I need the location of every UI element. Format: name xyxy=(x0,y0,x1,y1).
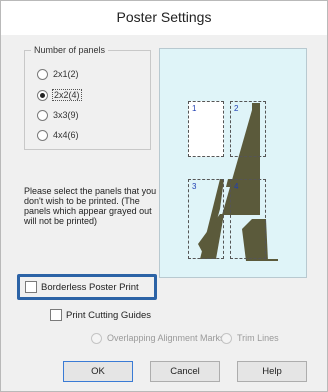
borderless-poster-print-label: Borderless Poster Print xyxy=(41,281,139,293)
poster-panel-1[interactable]: 1 xyxy=(188,101,224,157)
poster-panel-3[interactable]: 3 xyxy=(188,179,224,259)
number-of-panels-group: Number of panels 2x1(2) 2x2(4) 3x3(9) 4x… xyxy=(24,45,151,150)
poster-preview: 1 2 3 4 xyxy=(159,48,307,278)
radio-2x2-button[interactable] xyxy=(37,89,48,101)
number-of-panels-legend: Number of panels xyxy=(31,45,109,55)
radio-2x1-label: 2x1(2) xyxy=(53,69,79,79)
title-bar: Poster Settings xyxy=(1,1,327,35)
help-button[interactable]: Help xyxy=(237,361,307,382)
radio-2x2[interactable]: 2x2(4) xyxy=(37,88,82,102)
panel-3-number: 3 xyxy=(192,182,197,191)
trim-lines-label: Trim Lines xyxy=(237,333,279,343)
overlapping-alignment-marks-radio[interactable]: Overlapping Alignment Marks xyxy=(91,331,225,345)
panel-selection-instructions: Please select the panels that you don't … xyxy=(24,186,157,226)
radio-2x1[interactable]: 2x1(2) xyxy=(37,67,79,81)
radio-3x3[interactable]: 3x3(9) xyxy=(37,108,79,122)
poster-panel-4[interactable]: 4 xyxy=(230,179,266,259)
print-cutting-guides-checkbox[interactable]: Print Cutting Guides xyxy=(50,309,151,321)
radio-2x2-label: 2x2(4) xyxy=(52,89,82,101)
radio-4x4[interactable]: 4x4(6) xyxy=(37,128,79,142)
print-cutting-guides-label: Print Cutting Guides xyxy=(66,309,152,321)
borderless-poster-print-checkbox[interactable]: Borderless Poster Print xyxy=(25,281,139,293)
radio-2x1-button[interactable] xyxy=(37,68,48,80)
trim-lines-radio[interactable]: Trim Lines xyxy=(221,331,279,345)
cutting-guides-checkbox-box[interactable] xyxy=(50,309,62,321)
panel-1-number: 1 xyxy=(192,104,197,113)
ok-button[interactable]: OK xyxy=(63,361,133,382)
dialog-title: Poster Settings xyxy=(116,9,212,25)
poster-panel-2[interactable]: 2 xyxy=(230,101,266,157)
panel-2-number: 2 xyxy=(234,104,239,113)
poster-settings-dialog: Poster Settings Number of panels 2x1(2) … xyxy=(0,0,328,392)
radio-3x3-button[interactable] xyxy=(37,109,48,121)
cancel-button[interactable]: Cancel xyxy=(150,361,220,382)
overlapping-radio-button[interactable] xyxy=(91,332,102,344)
panel-4-number: 4 xyxy=(234,182,239,191)
radio-4x4-button[interactable] xyxy=(37,129,48,141)
overlapping-alignment-marks-label: Overlapping Alignment Marks xyxy=(107,333,225,343)
radio-4x4-label: 4x4(6) xyxy=(53,130,79,140)
borderless-checkbox-box[interactable] xyxy=(25,281,37,293)
radio-3x3-label: 3x3(9) xyxy=(53,110,79,120)
trim-lines-radio-button[interactable] xyxy=(221,332,232,344)
